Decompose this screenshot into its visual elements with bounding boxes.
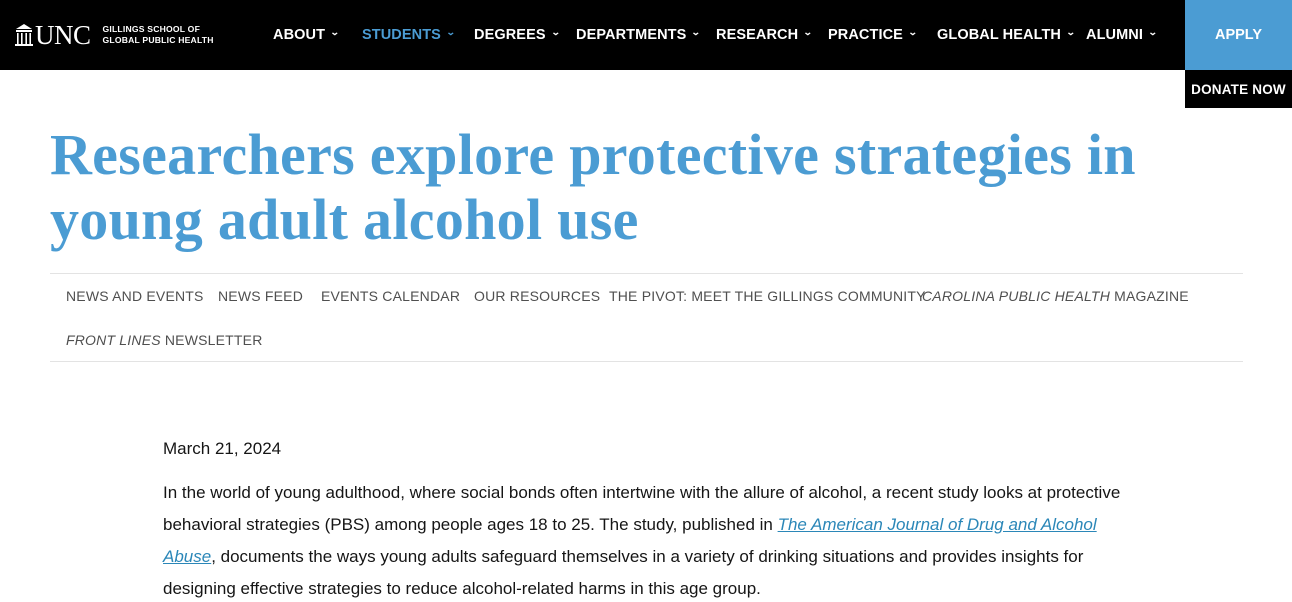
donate-now-button[interactable]: DONATE NOW [1185,70,1292,108]
nav-item-label: ALUMNI [1086,27,1143,43]
section-subnav: NEWS AND EVENTS NEWS FEED EVENTS CALENDA… [50,273,1243,362]
article-text-part2: , documents the ways young adults safegu… [163,547,1084,598]
chevron-down-icon: ⌄ [907,26,918,37]
nav-item-students[interactable]: STUDENTS ⌄ [362,0,456,70]
school-name: GILLINGS SCHOOL OF GLOBAL PUBLIC HEALTH [103,24,214,46]
subnav-fl-rest: NEWSLETTER [160,332,263,348]
page-title-line1: Researchers explore protective strategie… [50,122,1136,187]
subnav-the-pivot[interactable]: THE PIVOT: MEET THE GILLINGS COMMUNITY [609,288,926,304]
nav-item-label: DEGREES [474,27,546,43]
nav-item-global-health[interactable]: GLOBAL HEALTH ⌄ [937,0,1076,70]
logo-unc-text: UNC [35,20,91,50]
nav-item-about[interactable]: ABOUT ⌄ [273,0,340,70]
subnav-carolina-public-health-magazine[interactable]: CAROLINA PUBLIC HEALTH MAGAZINE [922,288,1189,304]
nav-item-label: DEPARTMENTS [576,27,687,43]
chevron-down-icon: ⌄ [691,26,702,37]
subnav-cph-rest: MAGAZINE [1110,288,1189,304]
chevron-down-icon: ⌄ [1147,26,1158,37]
chevron-down-icon: ⌄ [329,26,340,37]
article-paragraph: In the world of young adulthood, where s… [163,477,1123,602]
nav-item-degrees[interactable]: DEGREES ⌄ [474,0,561,70]
page-title: Researchers explore protective strategie… [50,122,1250,252]
subnav-events-calendar[interactable]: EVENTS CALENDAR [321,288,460,304]
chevron-down-icon: ⌄ [445,26,456,37]
nav-item-research[interactable]: RESEARCH ⌄ [716,0,813,70]
chevron-down-icon: ⌄ [1065,26,1076,37]
nav-item-label: STUDENTS [362,27,441,43]
subnav-fl-italic: FRONT LINES [66,332,161,348]
page-title-line2: young adult alcohol use [50,187,639,252]
subnav-front-lines-newsletter[interactable]: FRONT LINES NEWSLETTER [66,332,263,348]
subnav-our-resources[interactable]: OUR RESOURCES [474,288,600,304]
nav-item-alumni[interactable]: ALUMNI ⌄ [1086,0,1158,70]
nav-item-label: RESEARCH [716,27,799,43]
subnav-news-and-events[interactable]: NEWS AND EVENTS [66,288,204,304]
nav-item-label: PRACTICE [828,27,903,43]
school-name-line1: GILLINGS SCHOOL OF [102,24,201,34]
nav-item-label: ABOUT [273,27,326,43]
old-well-icon [15,24,33,46]
top-navigation-bar: UNC GILLINGS SCHOOL OF GLOBAL PUBLIC HEA… [0,0,1292,70]
subnav-cph-italic: CAROLINA PUBLIC HEALTH [922,288,1110,304]
nav-item-label: GLOBAL HEALTH [937,27,1062,43]
unc-gillings-logo[interactable]: UNC GILLINGS SCHOOL OF GLOBAL PUBLIC HEA… [15,20,214,50]
chevron-down-icon: ⌄ [550,26,561,37]
nav-item-practice[interactable]: PRACTICE ⌄ [828,0,918,70]
nav-item-departments[interactable]: DEPARTMENTS ⌄ [576,0,702,70]
article-date: March 21, 2024 [163,439,282,458]
school-name-line2: GLOBAL PUBLIC HEALTH [102,35,214,45]
subnav-news-feed[interactable]: NEWS FEED [218,288,303,304]
chevron-down-icon: ⌄ [803,26,813,37]
apply-button[interactable]: APPLY [1185,0,1292,70]
